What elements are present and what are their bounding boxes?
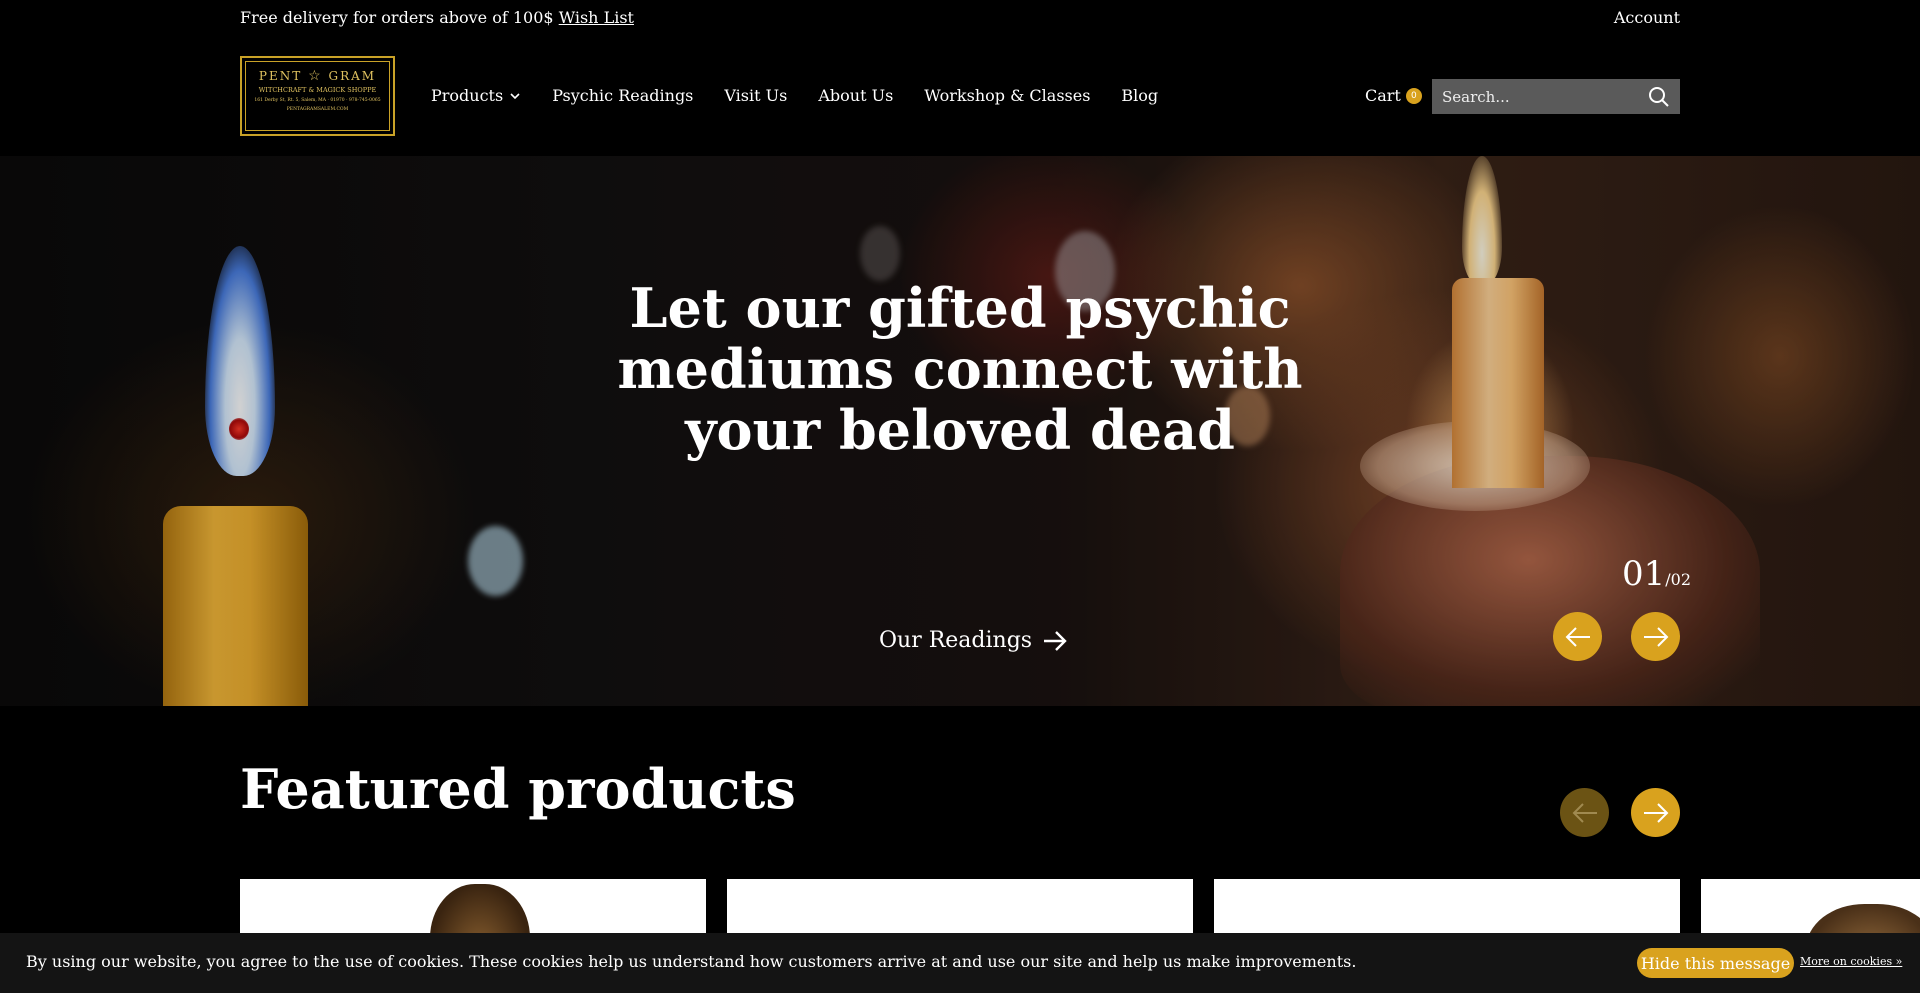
star-icon: ☆ bbox=[308, 68, 323, 84]
hide-cookie-message-button[interactable]: Hide this message bbox=[1637, 948, 1794, 978]
nav-item-blog[interactable]: Blog bbox=[1121, 86, 1158, 105]
account-link[interactable]: Account bbox=[1614, 8, 1680, 27]
main-nav: Products Psychic Readings Visit Us About… bbox=[431, 86, 1158, 105]
logo-address: 161 Derby St, Rt. 5, Salem, MA · 01970 ·… bbox=[254, 98, 381, 103]
arrow-right-icon bbox=[1643, 626, 1668, 647]
cookie-message: By using our website, you agree to the u… bbox=[26, 952, 1357, 971]
nav-item-visit-us[interactable]: Visit Us bbox=[724, 86, 787, 105]
arrow-left-icon bbox=[1565, 626, 1590, 647]
cart-count-badge: 0 bbox=[1405, 87, 1422, 104]
search-box bbox=[1432, 79, 1680, 114]
featured-prev-button[interactable] bbox=[1560, 788, 1609, 837]
promo-text: Free delivery for orders above of 100$ bbox=[240, 8, 554, 27]
nav-item-psychic-readings[interactable]: Psychic Readings bbox=[552, 86, 693, 105]
search-input[interactable] bbox=[1432, 79, 1642, 114]
nav-item-workshop-classes[interactable]: Workshop & Classes bbox=[924, 86, 1090, 105]
logo-frame: PENT ☆ GRAM WITCHCRAFT & MAGICK SHOPPE 1… bbox=[245, 61, 390, 131]
arrow-right-icon bbox=[1643, 802, 1668, 823]
logo-website: PENTAGRAMSALEM.COM bbox=[286, 107, 349, 112]
wishlist-link[interactable]: Wish List bbox=[559, 8, 634, 27]
logo-title: PENT ☆ GRAM bbox=[246, 68, 389, 84]
cta-label: Our Readings bbox=[879, 628, 1033, 653]
slide-current: 01 bbox=[1622, 554, 1666, 594]
featured-next-button[interactable] bbox=[1631, 788, 1680, 837]
hero-prev-button[interactable] bbox=[1553, 612, 1602, 661]
arrow-right-icon bbox=[1044, 630, 1067, 651]
cookie-banner: By using our website, you agree to the u… bbox=[0, 933, 1920, 993]
search-icon[interactable] bbox=[1648, 86, 1670, 108]
promo-message: Free delivery for orders above of 100$ W… bbox=[240, 8, 634, 27]
top-bar: Free delivery for orders above of 100$ W… bbox=[0, 0, 1920, 36]
nav-item-products[interactable]: Products bbox=[431, 86, 521, 105]
hero-next-button[interactable] bbox=[1631, 612, 1680, 661]
slide-total: /02 bbox=[1665, 570, 1692, 589]
logo-title-left: PENT bbox=[258, 69, 303, 83]
logo[interactable]: PENT ☆ GRAM WITCHCRAFT & MAGICK SHOPPE 1… bbox=[240, 56, 395, 136]
our-readings-link[interactable]: Our Readings bbox=[879, 628, 1068, 653]
cart-label: Cart bbox=[1365, 86, 1401, 105]
site-header: PENT ☆ GRAM WITCHCRAFT & MAGICK SHOPPE 1… bbox=[0, 36, 1920, 156]
logo-title-right: GRAM bbox=[328, 69, 377, 83]
hero-slider: Let our gifted psychic mediums connect w… bbox=[0, 156, 1920, 706]
more-on-cookies-link[interactable]: More on cookies » bbox=[1800, 955, 1902, 968]
nav-item-about-us[interactable]: About Us bbox=[818, 86, 893, 105]
chevron-down-icon bbox=[510, 92, 520, 99]
slide-counter: 01/02 bbox=[1622, 554, 1691, 594]
featured-products-title: Featured products bbox=[240, 757, 796, 821]
arrow-left-icon bbox=[1572, 802, 1597, 823]
logo-subtitle: WITCHCRAFT & MAGICK SHOPPE bbox=[258, 86, 377, 94]
hero-title: Let our gifted psychic mediums connect w… bbox=[617, 276, 1303, 462]
nav-label: Products bbox=[431, 86, 504, 105]
cart-button[interactable]: Cart 0 bbox=[1365, 86, 1422, 105]
